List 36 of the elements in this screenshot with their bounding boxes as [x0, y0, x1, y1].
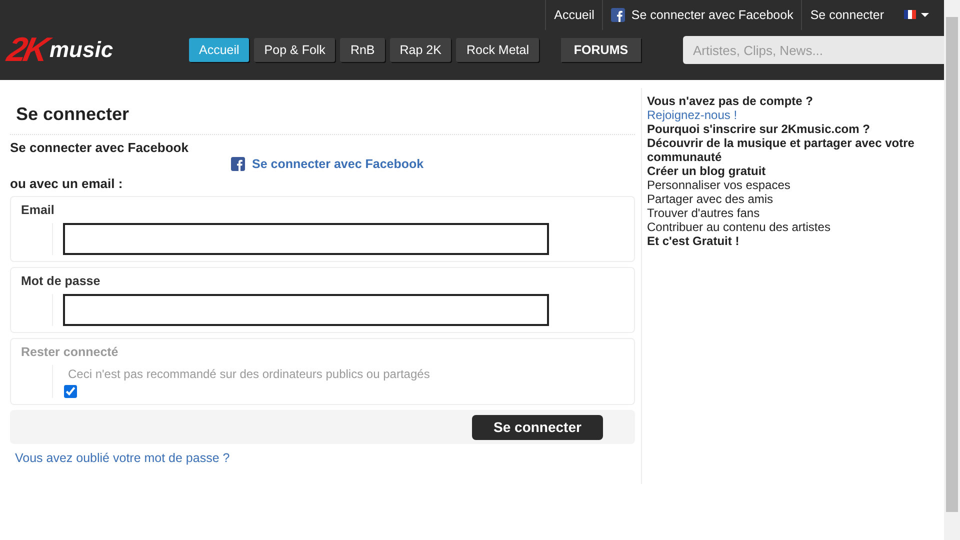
- sidebar-heading: Créer un blog gratuit: [647, 164, 767, 178]
- search-field[interactable]: Artistes, Clips, News...: [683, 36, 944, 64]
- field-label: Email: [21, 203, 56, 217]
- nav-tab[interactable]: Rap 2K: [390, 38, 452, 62]
- login-button[interactable]: Se connecter: [472, 414, 603, 440]
- join-link[interactable]: Rejoignez-nous !: [647, 108, 943, 122]
- top-link[interactable]: Accueil: [545, 0, 602, 30]
- facebook-icon: [231, 157, 245, 171]
- top-link[interactable]: Se connecter avec Facebook: [602, 0, 802, 30]
- remember-checkbox[interactable]: [64, 385, 77, 398]
- sidebar-text: Trouver d'autres fans: [647, 206, 761, 220]
- forgot-password-link[interactable]: Vous avez oublié votre mot de passe ?: [15, 451, 635, 465]
- top-link[interactable]: Se connecter: [801, 0, 892, 30]
- sidebar-heading: Découvrir de la musique et partager avec votre communauté: [647, 136, 916, 164]
- field-label: Mot de passe: [21, 274, 102, 288]
- hint-text: Ceci n'est pas recommandé sur des ordinateurs publics ou partagés: [68, 367, 430, 381]
- sidebar-heading: Vous n'avez pas de compte ?: [647, 94, 814, 108]
- sidebar-text: Partager avec des amis: [647, 192, 774, 206]
- nav-tab[interactable]: Rock Metal: [456, 38, 539, 62]
- sidebar-text: Personnaliser vos espaces: [647, 178, 792, 192]
- section-heading: ou avec un email :: [10, 176, 124, 191]
- facebook-link[interactable]: Se connecter avec Facebook: [231, 157, 635, 171]
- nav-tab[interactable]: Pop & Folk: [254, 38, 336, 62]
- page-title: Se connecter: [10, 88, 635, 135]
- sidebar-text: Contribuer au contenu des artistes: [647, 220, 832, 234]
- scrollbar[interactable]: [944, 0, 960, 540]
- nav-tab[interactable]: RnB: [340, 38, 385, 62]
- forums-button[interactable]: FORUMS: [561, 38, 641, 62]
- flag-icon[interactable]: [904, 9, 930, 21]
- sidebar-heading: Et c'est Gratuit !: [647, 234, 740, 248]
- facebook-icon: [611, 8, 626, 22]
- section-heading: Se connecter avec Facebook: [10, 140, 190, 155]
- input-field[interactable]: [63, 223, 549, 255]
- sidebar-heading: Pourquoi s'inscrire sur 2Kmusic.com ?: [647, 122, 871, 136]
- input-field[interactable]: [63, 294, 549, 326]
- field-label: Rester connecté: [21, 345, 120, 359]
